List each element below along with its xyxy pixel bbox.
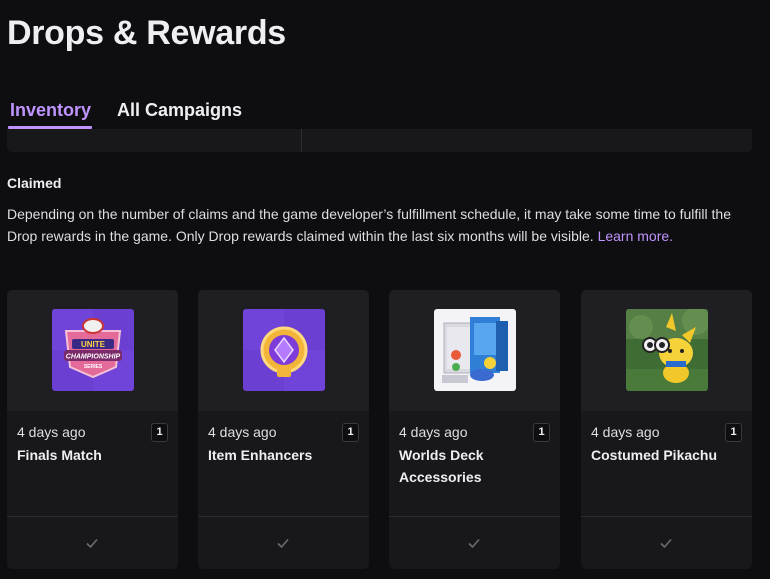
- reward-quantity-badge: 1: [725, 423, 742, 442]
- reward-status-footer: [581, 516, 752, 569]
- reward-claimed-time: 4 days ago: [208, 424, 277, 440]
- claimed-heading: Claimed: [7, 175, 62, 191]
- reward-claimed-time: 4 days ago: [399, 424, 468, 440]
- reward-status-footer: [7, 516, 178, 569]
- page-title: Drops & Rewards: [7, 14, 286, 52]
- learn-more-link[interactable]: Learn more.: [598, 228, 673, 244]
- reward-name: Costumed Pikachu: [591, 447, 718, 463]
- checkmark-icon: [277, 538, 289, 549]
- costumed-pikachu-icon: [626, 309, 708, 391]
- tab-all-campaigns[interactable]: All Campaigns: [117, 100, 242, 121]
- reward-image-area: UNITE CHAMPIONSHIP SERIES: [7, 290, 178, 411]
- reward-status-footer: [198, 516, 369, 569]
- claimed-description: Depending on the number of claims and th…: [7, 204, 759, 247]
- tab-bar: Inventory All Campaigns: [0, 96, 770, 130]
- unite-championship-logo-icon: UNITE CHAMPIONSHIP SERIES: [52, 309, 134, 391]
- reward-claimed-time: 4 days ago: [591, 424, 660, 440]
- checkmark-icon: [660, 538, 672, 549]
- tab-inventory[interactable]: Inventory: [10, 100, 91, 121]
- reward-image-area: [198, 290, 369, 411]
- reward-status-footer: [389, 516, 560, 569]
- checkmark-icon: [468, 538, 480, 549]
- reward-card-costumed-pikachu[interactable]: 4 days ago 1 Costumed Pikachu: [581, 290, 752, 569]
- item-enhancer-gem-icon: [243, 309, 325, 391]
- reward-card-item-enhancers[interactable]: 4 days ago 1 Item Enhancers: [198, 290, 369, 569]
- drops-rewards-page: Drops & Rewards Inventory All Campaigns …: [0, 0, 770, 579]
- reward-card-finals-match[interactable]: UNITE CHAMPIONSHIP SERIES 4 days ago 1 F…: [7, 290, 178, 569]
- reward-card-worlds-deck-accessories[interactable]: 4 days ago 1 Worlds Deck Accessories: [389, 290, 560, 569]
- reward-claimed-time: 4 days ago: [17, 424, 86, 440]
- svg-text:CHAMPIONSHIP: CHAMPIONSHIP: [66, 354, 121, 361]
- reward-quantity-badge: 1: [533, 423, 550, 442]
- svg-text:UNITE: UNITE: [81, 340, 106, 349]
- progress-panel: [7, 129, 752, 152]
- deck-box-accessories-icon: [434, 309, 516, 391]
- checkmark-icon: [86, 538, 98, 549]
- reward-quantity-badge: 1: [151, 423, 168, 442]
- reward-image-area: [389, 290, 560, 411]
- reward-image-area: [581, 290, 752, 411]
- reward-name: Finals Match: [17, 447, 102, 463]
- panel-divider: [301, 129, 302, 152]
- svg-text:SERIES: SERIES: [84, 364, 103, 370]
- reward-name: Worlds Deck Accessories: [399, 447, 484, 485]
- reward-name: Item Enhancers: [208, 447, 313, 463]
- reward-quantity-badge: 1: [342, 423, 359, 442]
